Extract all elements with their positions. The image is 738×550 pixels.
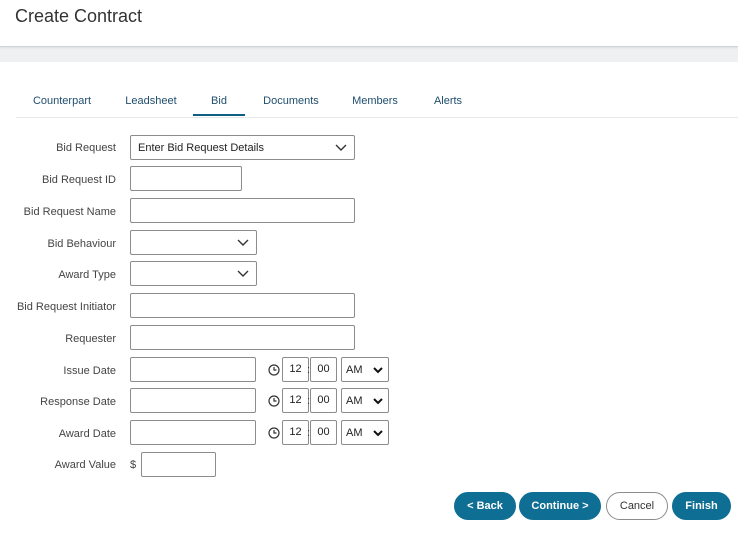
issue-date-input[interactable] bbox=[130, 357, 256, 382]
tab-members[interactable]: Members bbox=[346, 88, 404, 114]
response-minute-input[interactable]: 00 bbox=[310, 388, 337, 413]
response-date-label: Response Date bbox=[40, 396, 116, 408]
finish-button[interactable]: Finish bbox=[672, 492, 731, 520]
currency-symbol: $ bbox=[130, 459, 137, 471]
tab-counterpart[interactable]: Counterpart bbox=[16, 88, 108, 114]
response-ampm-value: AM bbox=[346, 395, 363, 407]
award-minute-input[interactable]: 00 bbox=[310, 420, 337, 445]
award-type-label: Award Type bbox=[58, 269, 116, 281]
issue-ampm-select[interactable]: AM bbox=[341, 357, 389, 382]
response-date-input[interactable] bbox=[130, 388, 256, 413]
clock-icon bbox=[268, 427, 280, 439]
bid-request-select[interactable]: Enter Bid Request Details bbox=[130, 135, 355, 160]
continue-button[interactable]: Continue > bbox=[519, 492, 601, 520]
chevron-down-icon bbox=[237, 270, 249, 277]
chevron-down-icon bbox=[373, 367, 383, 374]
award-hour-input[interactable]: 12 bbox=[282, 420, 309, 445]
requester-input[interactable] bbox=[130, 325, 355, 350]
chevron-down-icon bbox=[373, 430, 383, 437]
bid-request-initiator-input[interactable] bbox=[130, 293, 355, 318]
issue-minute-input[interactable]: 00 bbox=[310, 357, 337, 382]
award-value-input[interactable] bbox=[141, 452, 216, 477]
award-ampm-select[interactable]: AM bbox=[341, 420, 389, 445]
chevron-down-icon bbox=[237, 239, 249, 246]
chevron-down-icon bbox=[335, 144, 347, 151]
clock-icon bbox=[268, 364, 280, 376]
back-button[interactable]: < Back bbox=[454, 492, 516, 520]
tab-bar: Counterpart Leadsheet Bid Documents Memb… bbox=[16, 88, 738, 118]
tab-leadsheet[interactable]: Leadsheet bbox=[116, 88, 186, 114]
tab-documents[interactable]: Documents bbox=[256, 88, 326, 114]
tab-alerts[interactable]: Alerts bbox=[427, 88, 469, 114]
bid-request-name-input[interactable] bbox=[130, 198, 355, 223]
response-ampm-select[interactable]: AM bbox=[341, 388, 389, 413]
page-header: Create Contract bbox=[0, 0, 738, 47]
bid-request-label: Bid Request bbox=[56, 142, 116, 154]
bid-request-id-input[interactable] bbox=[130, 166, 242, 191]
award-date-label: Award Date bbox=[58, 428, 116, 440]
chevron-down-icon bbox=[373, 398, 383, 405]
bid-request-initiator-label: Bid Request Initiator bbox=[16, 301, 116, 313]
award-date-input[interactable] bbox=[130, 420, 256, 445]
contract-form-panel: Counterpart Leadsheet Bid Documents Memb… bbox=[0, 62, 738, 550]
award-ampm-value: AM bbox=[346, 427, 363, 439]
clock-icon bbox=[268, 395, 280, 407]
cancel-button[interactable]: Cancel bbox=[606, 492, 668, 520]
requester-label: Requester bbox=[65, 333, 116, 345]
issue-date-label: Issue Date bbox=[63, 365, 116, 377]
response-hour-input[interactable]: 12 bbox=[282, 388, 309, 413]
award-value-label: Award Value bbox=[54, 459, 116, 471]
bid-request-id-label: Bid Request ID bbox=[42, 174, 116, 186]
tab-bid[interactable]: Bid bbox=[193, 88, 245, 116]
bid-request-value: Enter Bid Request Details bbox=[138, 142, 264, 154]
page-title: Create Contract bbox=[15, 6, 143, 26]
bid-behaviour-select[interactable] bbox=[130, 230, 257, 255]
issue-ampm-value: AM bbox=[346, 364, 363, 376]
issue-hour-input[interactable]: 12 bbox=[282, 357, 309, 382]
bid-behaviour-label: Bid Behaviour bbox=[47, 238, 117, 250]
bid-request-name-label: Bid Request Name bbox=[23, 206, 116, 218]
award-type-select[interactable] bbox=[130, 261, 257, 286]
